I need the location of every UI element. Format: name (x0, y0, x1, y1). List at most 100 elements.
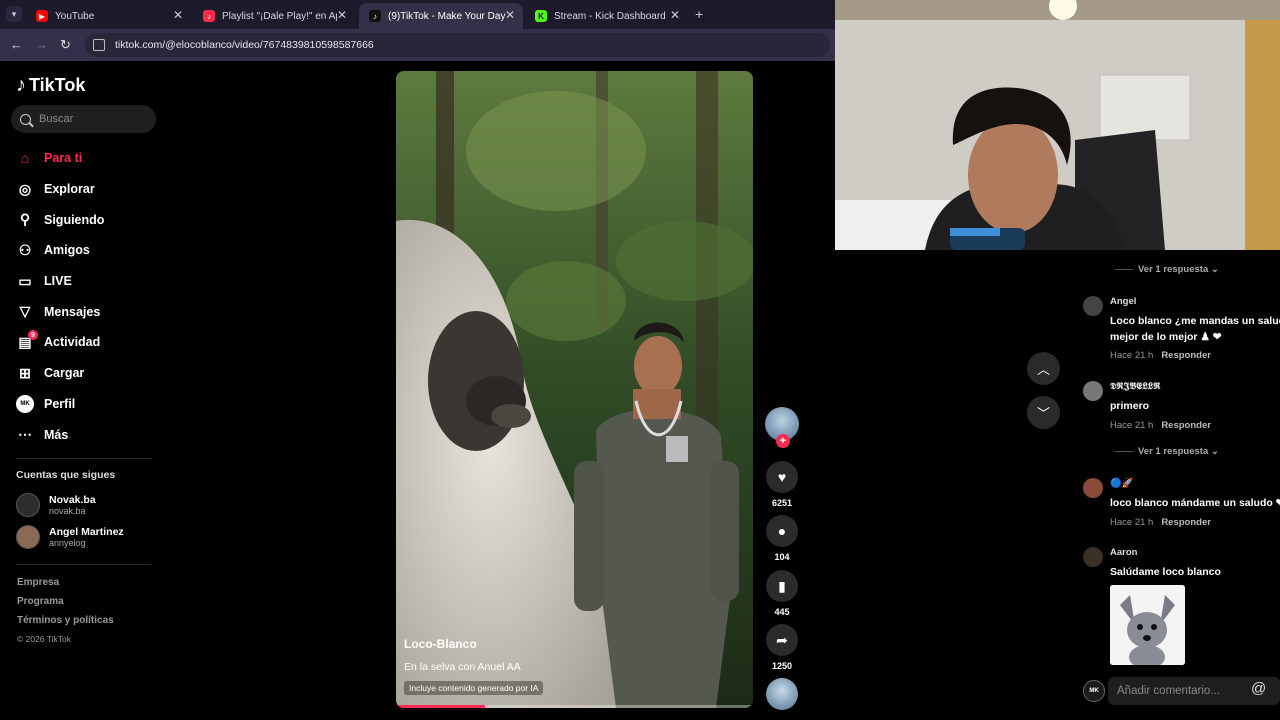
back-icon[interactable]: ← (10, 37, 23, 52)
tiktok-note-icon: ♪ (16, 74, 26, 96)
sidebar-menu: ⌂ Para ti ◎ Explorar ⚲ Siguiendo ⚇ Amigo… (16, 143, 104, 450)
tab-list-dropdown-icon[interactable]: ▾ (6, 6, 22, 22)
sidebar-item-label: Mensajes (44, 304, 101, 319)
account-handle: annyelog (49, 537, 86, 548)
notification-badge: 9 (28, 330, 38, 341)
reply-button[interactable]: Responder (1161, 350, 1211, 361)
view-replies-button[interactable]: Ver 1 respuesta ⌄ (1115, 264, 1219, 275)
webcam-frame (835, 0, 1280, 250)
following-account[interactable]: Novak.ba novak.ba (16, 493, 96, 517)
home-icon: ⌂ (20, 150, 30, 167)
url-text: tiktok.com/@elocoblanco/video/7674839810… (115, 39, 374, 51)
search-icon (20, 113, 31, 125)
avatar (16, 525, 40, 549)
sidebar-item-cargar[interactable]: ⊞ Cargar (16, 358, 104, 389)
comment-time: Hace 21 h (1110, 517, 1154, 528)
sidebar-item-explorar[interactable]: ◎ Explorar (16, 174, 104, 205)
comment-time: Hace 21 h (1110, 350, 1154, 361)
sidebar-item-mas[interactable]: ⋯ Más (16, 419, 104, 450)
reload-icon[interactable]: ↻ (60, 37, 71, 53)
add-comment-input[interactable]: Añadir comentario... @ (1108, 677, 1280, 705)
sidebar-item-live[interactable]: ▭ LIVE (16, 266, 104, 297)
tab-apple-music[interactable]: ♪ Playlist "¡Dale Play!" en Apple M ✕ (193, 3, 355, 29)
video-username[interactable]: Loco-Blanco (404, 637, 477, 651)
close-icon[interactable]: ✕ (173, 8, 183, 22)
like-button[interactable]: ♥ 6251 (765, 461, 799, 508)
tab-kick[interactable]: K Stream - Kick Dashboard ✕ (525, 3, 688, 29)
live-icon: ▭ (18, 272, 32, 289)
mention-icon[interactable]: @ (1251, 680, 1266, 697)
comment-count: 104 (774, 552, 790, 562)
search-input[interactable]: Buscar (11, 105, 156, 133)
comment-button[interactable]: ● 104 (765, 515, 799, 562)
forward-icon[interactable]: → (35, 37, 48, 52)
follow-plus-icon[interactable]: + (776, 434, 790, 448)
apple-music-icon: ♪ (203, 10, 215, 22)
comment-author[interactable]: 𝕯𝕽𝕵𝕭𝕰𝕷𝕷𝕽 (1110, 381, 1160, 392)
save-button[interactable]: ▮ 445 (765, 570, 799, 617)
comment-text: primero (1110, 400, 1150, 412)
chihuahua-sticker (1110, 585, 1185, 665)
next-video-button[interactable]: ﹀ (1027, 396, 1060, 429)
avatar[interactable] (1083, 296, 1103, 316)
video-player[interactable]: Loco-Blanco En la selva con Anuel AA Inc… (396, 71, 753, 708)
add-comment-placeholder: Añadir comentario... (1117, 685, 1220, 697)
webcam-overlay (835, 0, 1280, 250)
comment-author[interactable]: Angel (1110, 296, 1136, 307)
tab-tiktok[interactable]: ♪ (9)TikTok - Make Your Day ✕ (359, 3, 523, 29)
following-account[interactable]: Angel Martinez annyelog (16, 525, 124, 549)
close-icon[interactable]: ✕ (670, 8, 680, 22)
sidebar-item-label: Actividad (44, 335, 101, 350)
sidebar-item-label: Perfil (44, 396, 76, 411)
sidebar-item-label: Cargar (44, 366, 85, 381)
compass-icon: ◎ (18, 180, 32, 197)
close-icon[interactable]: ✕ (337, 8, 347, 22)
sidebar-item-label: Para ti (44, 151, 83, 166)
avatar[interactable] (1083, 381, 1103, 401)
close-icon[interactable]: ✕ (505, 8, 515, 22)
url-input[interactable]: tiktok.com/@elocoblanco/video/7674839810… (85, 33, 830, 57)
comment-time: Hace 21 h (1110, 420, 1154, 431)
sidebar-item-para-ti[interactable]: ⌂ Para ti (16, 143, 104, 174)
avatar (16, 493, 40, 517)
sidebar-item-label: LIVE (44, 274, 72, 289)
like-count: 6251 (771, 498, 793, 508)
new-tab-icon[interactable]: + (695, 6, 703, 22)
sidebar-item-mensajes[interactable]: ▽ Mensajes (16, 296, 104, 327)
chevron-down-icon: ⌄ (1210, 264, 1219, 275)
tiktok-logo[interactable]: ♪ TikTok (16, 74, 85, 97)
sidebar-item-perfil[interactable]: MK Perfil (16, 389, 104, 420)
sidebar-item-label: Más (44, 427, 69, 442)
sidebar-item-siguiendo[interactable]: ⚲ Siguiendo (16, 204, 105, 235)
sidebar-item-amigos[interactable]: ⚇ Amigos (16, 235, 104, 266)
ai-content-label: Incluye contenido generado por IA (404, 681, 544, 695)
footer-link-empresa[interactable]: Empresa (17, 577, 114, 596)
sidebar-item-actividad[interactable]: ▤ 9 Actividad (16, 327, 104, 358)
browser-tab-bar: ▾ ▶ YouTube ✕ ♪ Playlist "¡Dale Play!" e… (0, 0, 835, 29)
kick-icon: K (535, 10, 547, 22)
tab-youtube[interactable]: ▶ YouTube ✕ (26, 3, 191, 29)
site-info-icon[interactable] (93, 39, 105, 51)
avatar[interactable] (1083, 547, 1103, 567)
reply-button[interactable]: Responder (1161, 420, 1211, 431)
footer-link-terminos[interactable]: Términos y políticas (17, 615, 114, 634)
comment-meta: Hace 21 h Responder (1110, 350, 1211, 361)
comment-text: loco blanco mándame un saludo ❤ (1110, 497, 1280, 509)
messages-icon: ▽ (19, 303, 31, 320)
comment-sticker-image[interactable] (1110, 585, 1185, 665)
reply-button[interactable]: Responder (1161, 517, 1211, 528)
sidebar-item-label: Amigos (44, 243, 90, 258)
previous-video-button[interactable]: ︿ (1027, 352, 1060, 385)
music-disc-avatar[interactable] (766, 678, 798, 710)
share-button[interactable]: ➦ 1250 (765, 624, 799, 671)
sidebar-footer: Empresa Programa Términos y políticas © … (17, 577, 114, 653)
avatar[interactable] (1083, 478, 1103, 498)
profile-icon: MK (16, 394, 34, 413)
current-user-avatar[interactable]: MK (1083, 680, 1105, 702)
footer-link-programa[interactable]: Programa (17, 596, 114, 615)
view-replies-button[interactable]: Ver 1 respuesta ⌄ (1115, 446, 1219, 457)
video-progress-bar[interactable] (396, 705, 753, 708)
comment-author[interactable]: 🔵🚀 (1110, 478, 1134, 489)
comment-author[interactable]: Aaron (1110, 547, 1137, 558)
friends-icon: ⚇ (18, 241, 32, 258)
